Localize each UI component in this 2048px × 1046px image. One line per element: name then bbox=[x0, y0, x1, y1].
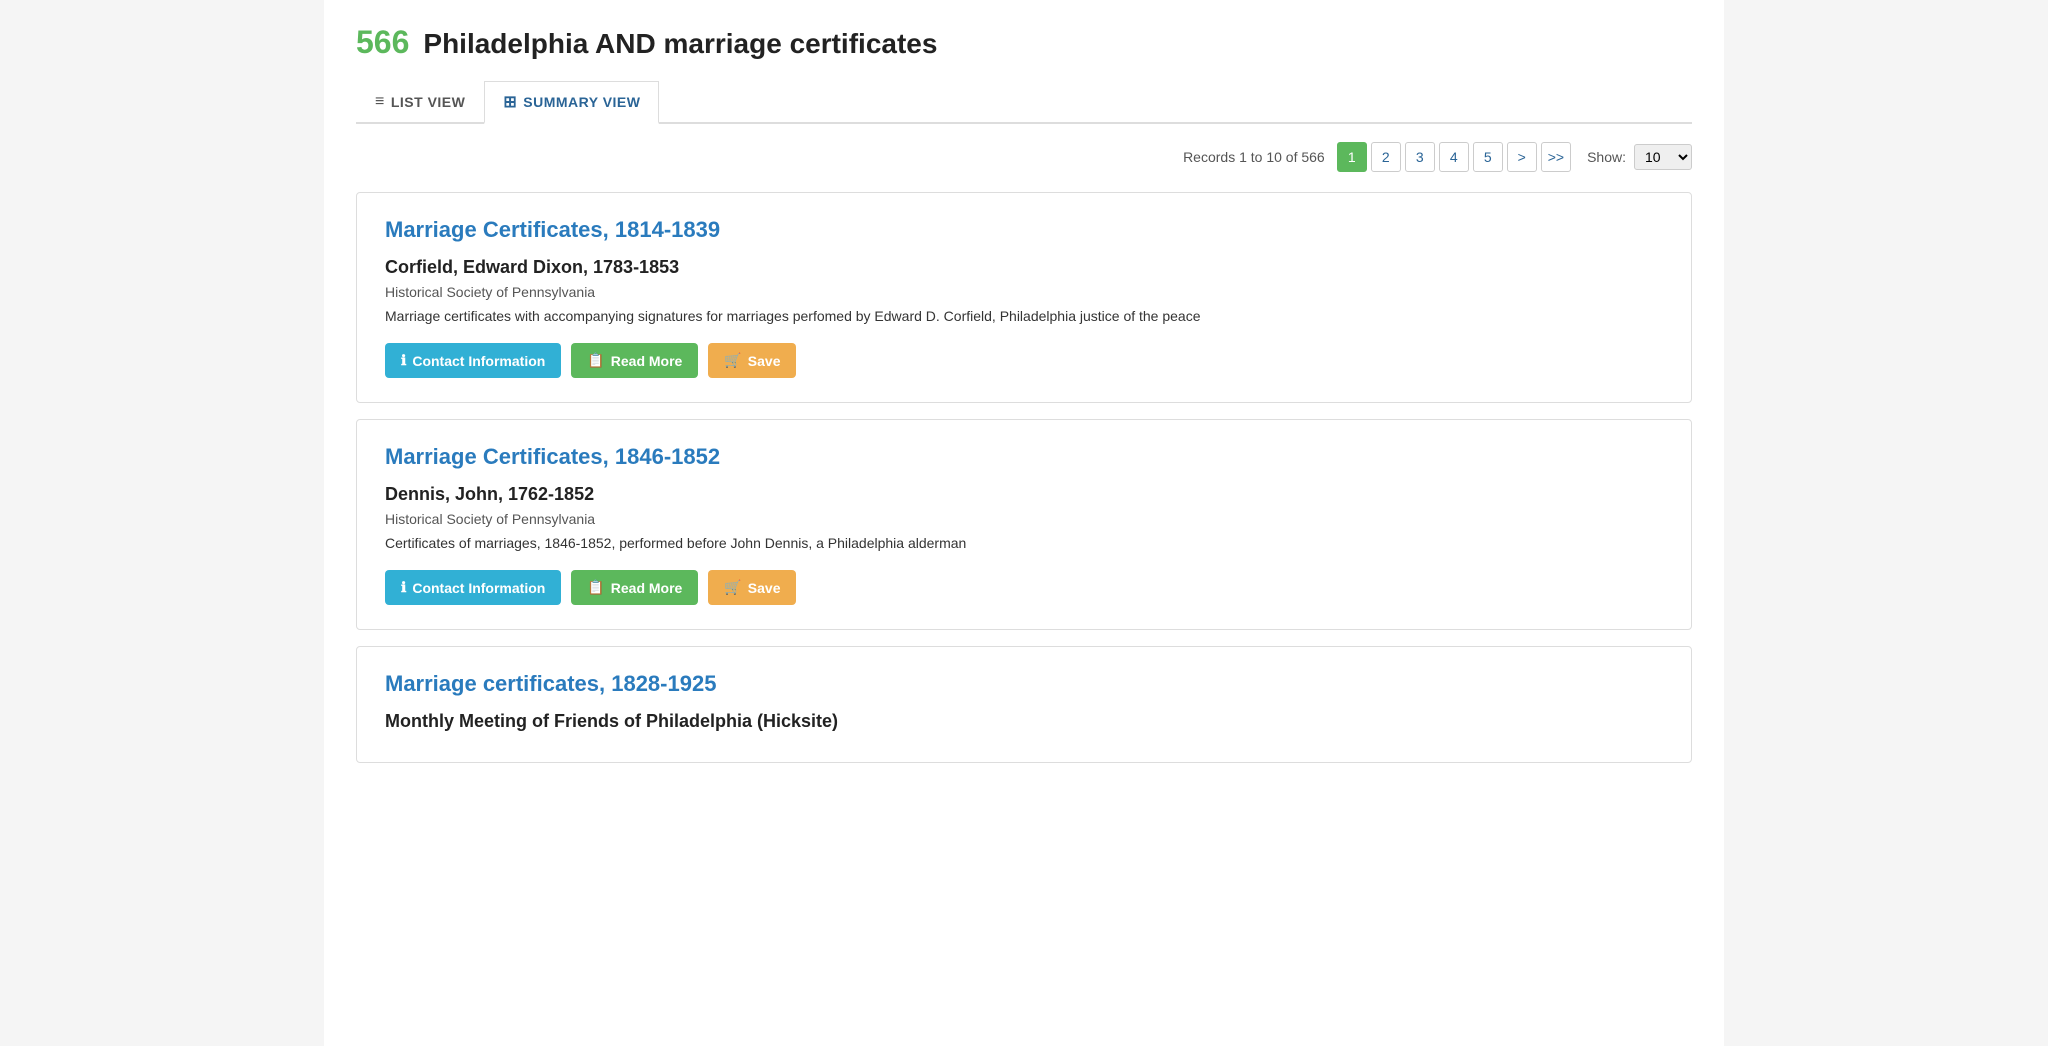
contact-btn-1[interactable]: ℹ Contact Information bbox=[385, 570, 561, 605]
page-wrapper: 566 Philadelphia AND marriage certificat… bbox=[324, 0, 1724, 1046]
result-title-0[interactable]: Marriage Certificates, 1814-1839 bbox=[385, 217, 1663, 243]
result-name-1: Dennis, John, 1762-1852 bbox=[385, 484, 1663, 505]
result-title-1[interactable]: Marriage Certificates, 1846-1852 bbox=[385, 444, 1663, 470]
records-text: Records 1 to 10 of 566 bbox=[1183, 149, 1325, 165]
info-icon-0: ℹ bbox=[401, 352, 406, 369]
info-icon-1: ℹ bbox=[401, 579, 406, 596]
result-card-1: Marriage Certificates, 1846-1852 Dennis,… bbox=[356, 419, 1692, 630]
book-icon-0: 📋 bbox=[587, 352, 604, 369]
result-actions-1: ℹ Contact Information 📋 Read More 🛒 Save bbox=[385, 570, 1663, 605]
pagination-bar: Records 1 to 10 of 566 1 2 3 4 5 > >> Sh… bbox=[356, 142, 1692, 172]
page-header: 566 Philadelphia AND marriage certificat… bbox=[356, 24, 1692, 61]
book-icon-1: 📋 bbox=[587, 579, 604, 596]
result-card-2: Marriage certificates, 1828-1925 Monthly… bbox=[356, 646, 1692, 763]
result-institution-1: Historical Society of Pennsylvania bbox=[385, 511, 1663, 527]
tab-summary-label: SUMMARY VIEW bbox=[523, 94, 640, 110]
result-description-0: Marriage certificates with accompanying … bbox=[385, 306, 1663, 327]
page-last-btn[interactable]: >> bbox=[1541, 142, 1571, 172]
save-icon-0: 🛒 bbox=[724, 352, 741, 369]
tab-list-view[interactable]: ≡ LIST VIEW bbox=[356, 81, 484, 122]
page-btn-1[interactable]: 1 bbox=[1337, 142, 1367, 172]
save-btn-1[interactable]: 🛒 Save bbox=[708, 570, 796, 605]
view-tabs: ≡ LIST VIEW ⊞ SUMMARY VIEW bbox=[356, 81, 1692, 124]
read-more-btn-0[interactable]: 📋 Read More bbox=[571, 343, 698, 378]
result-institution-0: Historical Society of Pennsylvania bbox=[385, 284, 1663, 300]
result-card-0: Marriage Certificates, 1814-1839 Corfiel… bbox=[356, 192, 1692, 403]
result-description-1: Certificates of marriages, 1846-1852, pe… bbox=[385, 533, 1663, 554]
page-title: Philadelphia AND marriage certificates bbox=[423, 28, 937, 60]
result-name-2: Monthly Meeting of Friends of Philadelph… bbox=[385, 711, 1663, 732]
save-btn-0[interactable]: 🛒 Save bbox=[708, 343, 796, 378]
page-next-btn[interactable]: > bbox=[1507, 142, 1537, 172]
result-title-2[interactable]: Marriage certificates, 1828-1925 bbox=[385, 671, 1663, 697]
result-actions-0: ℹ Contact Information 📋 Read More 🛒 Save bbox=[385, 343, 1663, 378]
page-btn-3[interactable]: 3 bbox=[1405, 142, 1435, 172]
result-name-0: Corfield, Edward Dixon, 1783-1853 bbox=[385, 257, 1663, 278]
summary-view-icon: ⊞ bbox=[503, 92, 517, 112]
contact-btn-0[interactable]: ℹ Contact Information bbox=[385, 343, 561, 378]
page-btn-2[interactable]: 2 bbox=[1371, 142, 1401, 172]
tab-list-label: LIST VIEW bbox=[391, 94, 466, 110]
show-label: Show: bbox=[1587, 149, 1626, 165]
result-count: 566 bbox=[356, 24, 409, 61]
show-select[interactable]: 10 25 50 100 bbox=[1634, 144, 1692, 170]
read-more-btn-1[interactable]: 📋 Read More bbox=[571, 570, 698, 605]
tab-summary-view[interactable]: ⊞ SUMMARY VIEW bbox=[484, 81, 659, 124]
page-btn-5[interactable]: 5 bbox=[1473, 142, 1503, 172]
save-icon-1: 🛒 bbox=[724, 579, 741, 596]
page-btn-4[interactable]: 4 bbox=[1439, 142, 1469, 172]
list-view-icon: ≡ bbox=[375, 93, 385, 111]
